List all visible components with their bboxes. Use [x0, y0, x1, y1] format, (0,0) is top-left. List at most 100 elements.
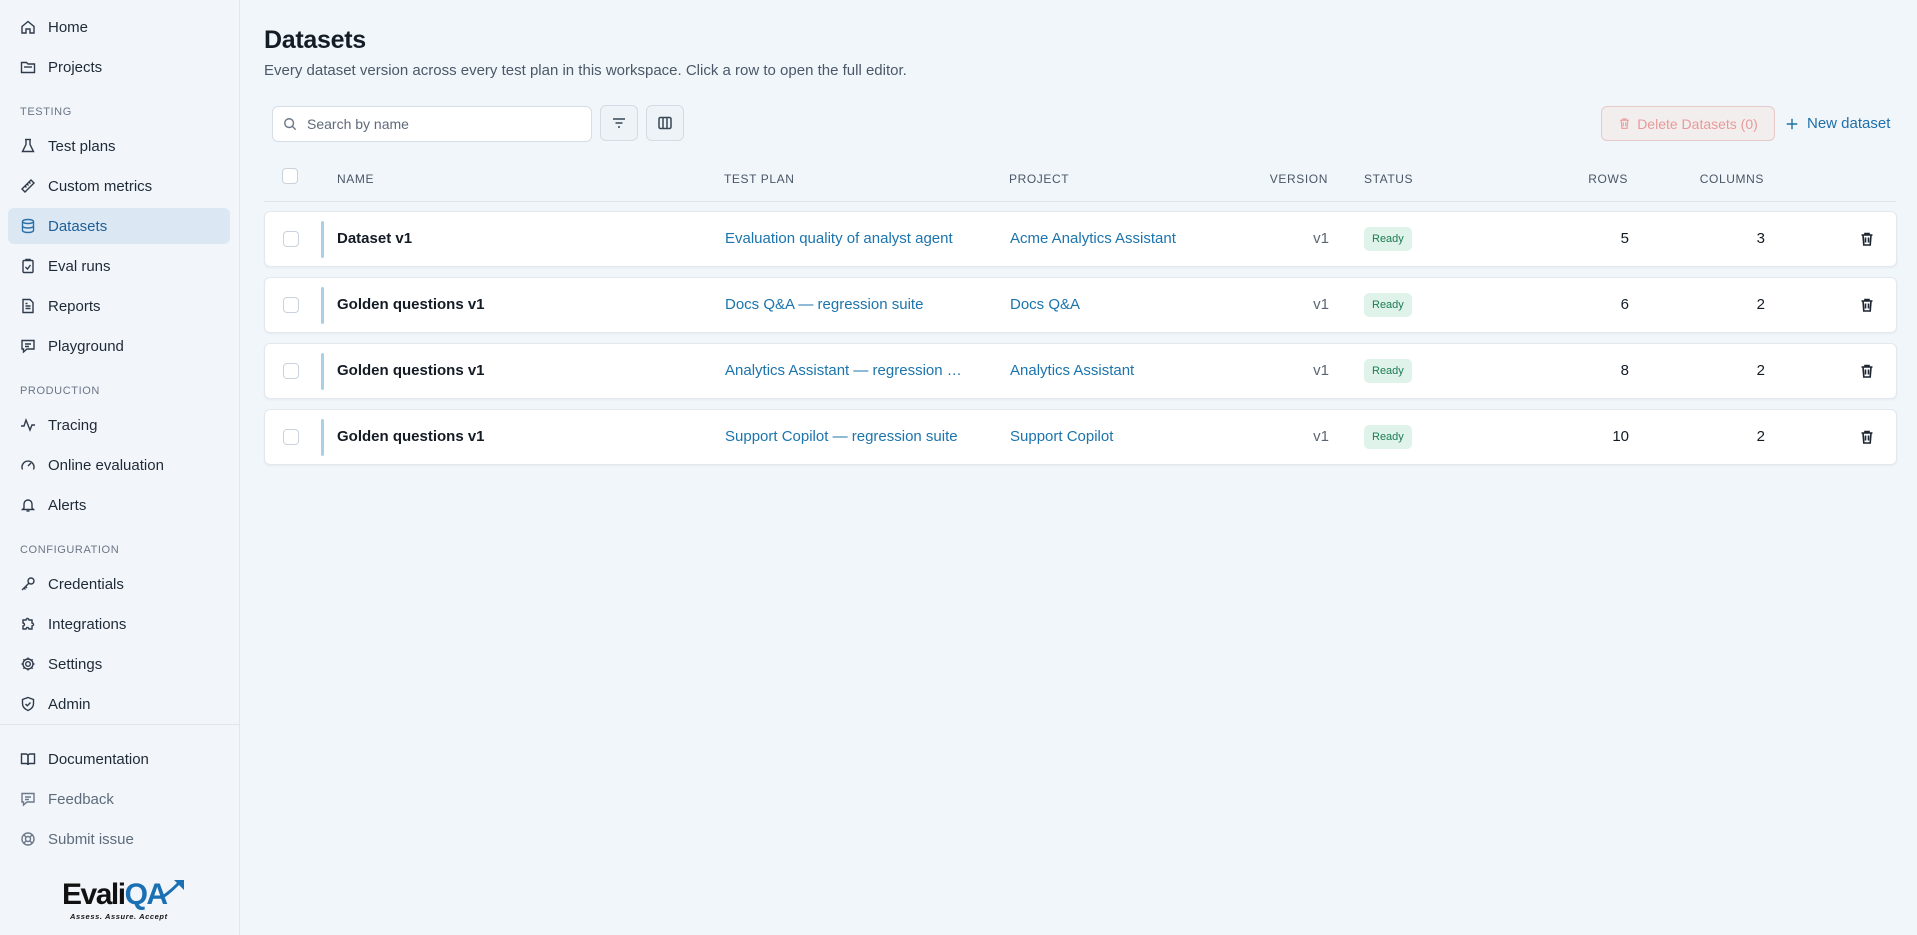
column-header-project[interactable]: PROJECT	[1009, 172, 1069, 186]
column-header-status[interactable]: STATUS	[1364, 172, 1413, 186]
column-header-columns[interactable]: COLUMNS	[1700, 172, 1764, 186]
project-link[interactable]: Acme Analytics Assistant	[1010, 230, 1176, 247]
sidebar-item-label: Documentation	[48, 750, 149, 768]
logo-wordmark: EvaliQA	[62, 878, 169, 912]
new-dataset-button[interactable]: New dataset	[1785, 106, 1890, 141]
column-header-name[interactable]: NAME	[337, 172, 374, 186]
column-header-test-plan[interactable]: TEST PLAN	[724, 172, 795, 186]
delete-row-trash-icon[interactable]	[1859, 429, 1875, 445]
sidebar-item-label: Eval runs	[48, 257, 111, 275]
test-plan-link[interactable]: Analytics Assistant — regression s...	[725, 362, 965, 379]
status-badge: Ready	[1364, 293, 1412, 317]
row-accent-bar	[321, 287, 324, 324]
columns-button[interactable]	[646, 105, 684, 141]
sidebar-item-label: Playground	[48, 337, 124, 355]
trash-icon	[1618, 117, 1631, 130]
new-dataset-label: New dataset	[1807, 115, 1891, 132]
folder-icon	[20, 59, 36, 75]
sidebar-item-projects[interactable]: Projects	[8, 49, 230, 85]
plus-icon	[1785, 117, 1799, 131]
test-plan-link[interactable]: Support Copilot — regression suite	[725, 428, 958, 445]
sidebar-item-custom-metrics[interactable]: Custom metrics	[8, 168, 230, 204]
column-count: 2	[1756, 296, 1765, 313]
sidebar-item-tracing[interactable]: Tracing	[8, 407, 230, 443]
sidebar-item-label: Online evaluation	[48, 456, 164, 474]
dataset-version: v1	[1313, 230, 1329, 247]
lifebuoy-icon	[20, 831, 36, 847]
sidebar-item-label: Projects	[48, 58, 103, 76]
delete-datasets-label: Delete Datasets (0)	[1637, 115, 1758, 132]
row-accent-bar	[321, 419, 324, 456]
sidebar-item-label: Tracing	[48, 416, 98, 434]
sidebar-item-reports[interactable]: Reports	[8, 288, 230, 324]
column-header-rows[interactable]: ROWS	[1588, 172, 1628, 186]
dataset-name: Dataset v1	[337, 230, 413, 247]
sidebar-item-submit-issue[interactable]: Submit issue	[8, 821, 230, 857]
sidebar-item-label: Admin	[48, 695, 91, 713]
shield-check-icon	[20, 696, 36, 712]
app-logo: EvaliQA Assess. Assure. Accept	[62, 878, 188, 924]
dataset-name: Golden questions v1	[337, 362, 485, 379]
row-checkbox[interactable]	[283, 429, 299, 445]
dataset-version: v1	[1313, 428, 1329, 445]
sidebar-item-label: Alerts	[48, 496, 87, 514]
bell-icon	[20, 497, 36, 513]
sidebar-item-playground[interactable]: Playground	[8, 328, 230, 364]
logo-arrow-icon	[163, 880, 184, 898]
project-link[interactable]: Analytics Assistant	[1010, 362, 1134, 379]
sidebar-item-credentials[interactable]: Credentials	[8, 566, 230, 602]
project-link[interactable]: Support Copilot	[1010, 428, 1113, 445]
test-plan-link[interactable]: Docs Q&A — regression suite	[725, 296, 923, 313]
sidebar-item-home[interactable]: Home	[8, 9, 230, 45]
table-row[interactable]: Golden questions v1 Support Copilot — re…	[264, 409, 1897, 465]
sidebar-item-label: Test plans	[48, 137, 116, 155]
section-label-configuration: CONFIGURATION	[20, 544, 120, 556]
column-count: 3	[1756, 230, 1765, 247]
sidebar-item-documentation[interactable]: Documentation	[8, 741, 230, 777]
delete-row-trash-icon[interactable]	[1859, 297, 1875, 313]
row-checkbox[interactable]	[283, 363, 299, 379]
project-link[interactable]: Docs Q&A	[1010, 296, 1080, 313]
page-subtitle: Every dataset version across every test …	[264, 62, 907, 79]
section-label-production: PRODUCTION	[20, 385, 100, 397]
sidebar-item-settings[interactable]: Settings	[8, 646, 230, 682]
table-row[interactable]: Golden questions v1 Analytics Assistant …	[264, 343, 1897, 399]
row-accent-bar	[321, 221, 324, 258]
sidebar-item-datasets[interactable]: Datasets	[8, 208, 230, 244]
column-header-version[interactable]: VERSION	[1270, 172, 1328, 186]
sidebar-item-feedback[interactable]: Feedback	[8, 781, 230, 817]
logo-word-b: QA	[124, 878, 169, 911]
logo-word-a: Evali	[62, 878, 126, 911]
file-text-icon	[20, 298, 36, 314]
sidebar-item-test-plans[interactable]: Test plans	[8, 128, 230, 164]
sidebar-item-online-evaluation[interactable]: Online evaluation	[8, 447, 230, 483]
row-checkbox[interactable]	[283, 297, 299, 313]
status-badge: Ready	[1364, 227, 1412, 251]
dataset-version: v1	[1313, 296, 1329, 313]
delete-datasets-button[interactable]: Delete Datasets (0)	[1601, 106, 1775, 141]
sidebar-item-label: Feedback	[48, 790, 114, 808]
filter-button[interactable]	[600, 105, 638, 141]
table-row[interactable]: Dataset v1 Evaluation quality of analyst…	[264, 211, 1897, 267]
column-count: 2	[1756, 428, 1765, 445]
search-input[interactable]	[307, 116, 577, 132]
sidebar-item-eval-runs[interactable]: Eval runs	[8, 248, 230, 284]
row-checkbox[interactable]	[283, 231, 299, 247]
home-icon	[20, 19, 36, 35]
sidebar-divider	[0, 724, 240, 725]
delete-row-trash-icon[interactable]	[1859, 363, 1875, 379]
sidebar-item-alerts[interactable]: Alerts	[8, 487, 230, 523]
table-header: NAME TEST PLAN PROJECT VERSION STATUS RO…	[264, 160, 1896, 202]
test-plan-link[interactable]: Evaluation quality of analyst agent	[725, 230, 953, 247]
select-all-checkbox[interactable]	[282, 168, 298, 184]
table-row[interactable]: Golden questions v1 Docs Q&A — regressio…	[264, 277, 1897, 333]
delete-row-trash-icon[interactable]	[1859, 231, 1875, 247]
sidebar: Home Projects TESTING Test plans Custom …	[0, 0, 240, 935]
search-box[interactable]	[272, 106, 592, 142]
status-badge: Ready	[1364, 359, 1412, 383]
sidebar-item-integrations[interactable]: Integrations	[8, 606, 230, 642]
logo-tagline: Assess. Assure. Accept	[70, 912, 168, 921]
message-icon	[20, 791, 36, 807]
database-icon	[20, 218, 36, 234]
sidebar-item-admin[interactable]: Admin	[8, 686, 230, 722]
